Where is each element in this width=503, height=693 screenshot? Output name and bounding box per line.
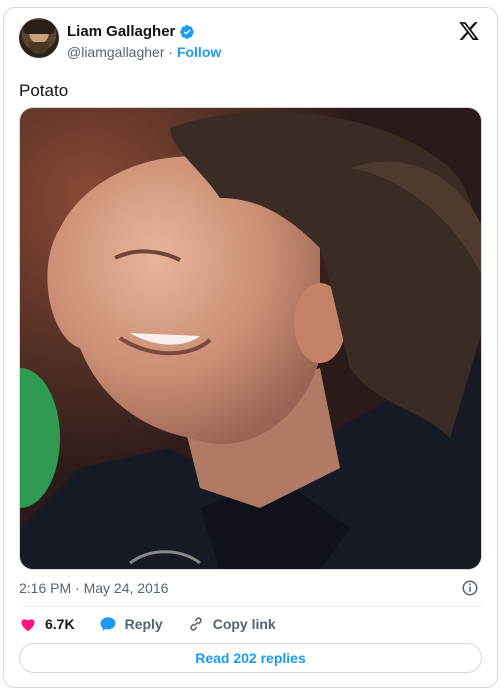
verified-badge-icon <box>180 24 195 39</box>
read-replies-button[interactable]: Read 202 replies <box>19 643 482 673</box>
follow-link[interactable]: Follow <box>177 44 221 60</box>
author-display-name[interactable]: Liam Gallagher <box>67 23 175 40</box>
tweet-timestamp[interactable]: 2:16 PM · May 24, 2016 <box>19 580 168 596</box>
x-logo-icon[interactable] <box>458 20 480 42</box>
reply-icon <box>100 617 116 631</box>
like-button[interactable]: 6.7K <box>19 615 75 633</box>
link-icon <box>190 617 202 631</box>
like-count: 6.7K <box>45 616 75 632</box>
author-name-row: Liam Gallagher <box>67 23 195 40</box>
photo-illustration <box>20 108 481 569</box>
author-handle-row: @liamgallagher · Follow <box>67 44 221 60</box>
heart-icon <box>21 619 35 632</box>
tweet-text: Potato <box>19 81 69 100</box>
author-handle[interactable]: @liamgallagher <box>67 44 164 60</box>
avatar[interactable] <box>19 18 59 58</box>
divider <box>19 606 482 607</box>
copy-link-button[interactable]: Copy link <box>187 615 276 633</box>
reply-button[interactable]: Reply <box>99 615 163 633</box>
handle-separator: · <box>168 44 174 60</box>
info-icon[interactable] <box>461 579 479 597</box>
tweet-card: Liam Gallagher @liamgallagher · Follow P… <box>3 7 498 688</box>
reply-label: Reply <box>124 616 163 632</box>
tweet-photo[interactable] <box>19 107 482 570</box>
tweet-actions: 6.7K Reply Copy link <box>19 615 276 633</box>
copy-link-label: Copy link <box>212 616 276 632</box>
